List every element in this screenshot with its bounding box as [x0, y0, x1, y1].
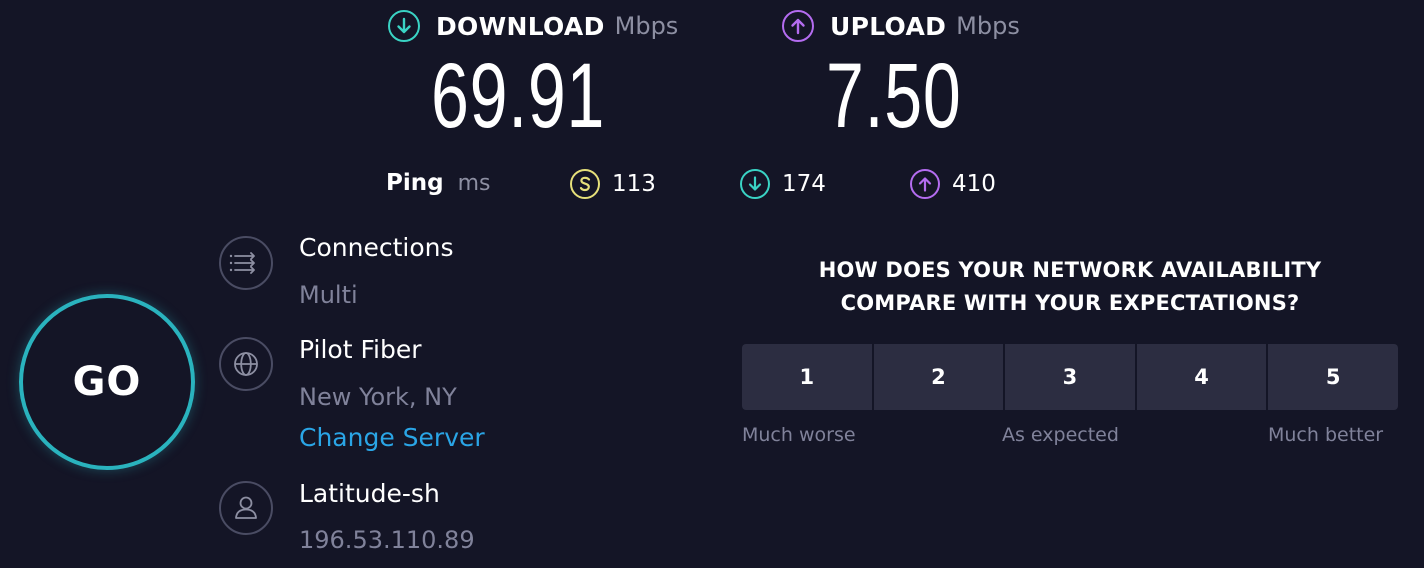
upload-unit: Mbps	[956, 12, 1020, 40]
connections-value[interactable]: Multi	[299, 281, 358, 309]
scale-label-mid: As expected	[1002, 424, 1119, 446]
ping-idle-icon	[570, 169, 600, 199]
provider-ip: 196.53.110.89	[299, 526, 475, 554]
upload-header: UPLOAD Mbps	[782, 10, 1020, 42]
download-unit: Mbps	[614, 12, 679, 40]
ping-unit: ms	[457, 170, 491, 196]
rating-option-4[interactable]: 4	[1136, 344, 1267, 410]
go-button[interactable]: GO	[19, 294, 195, 470]
scale-label-high: Much better	[1268, 424, 1384, 446]
scale-label-low: Much worse	[742, 424, 856, 446]
connections-icon[interactable]	[219, 236, 273, 290]
ping-upload: 410	[910, 169, 996, 199]
download-value: 69.91	[431, 45, 606, 147]
survey-question: HOW DOES YOUR NETWORK AVAILABILITY COMPA…	[770, 254, 1370, 320]
rating-option-3[interactable]: 3	[1005, 344, 1135, 410]
download-label: DOWNLOAD	[436, 11, 605, 41]
rating-option-2[interactable]: 2	[873, 344, 1004, 410]
rating-option-1[interactable]: 1	[742, 344, 872, 410]
upload-value: 7.50	[826, 45, 962, 147]
server-name: Pilot Fiber	[299, 335, 422, 364]
ping-idle: 113	[570, 169, 656, 199]
ping-download-value: 174	[782, 171, 826, 197]
connections-title: Connections	[299, 233, 454, 262]
provider-name: Latitude-sh	[299, 479, 440, 508]
download-arrow-icon	[740, 169, 770, 199]
download-arrow-icon	[388, 10, 420, 42]
survey-question-line2: COMPARE WITH YOUR EXPECTATIONS?	[840, 291, 1300, 315]
upload-arrow-icon	[910, 169, 940, 199]
download-header: DOWNLOAD Mbps	[388, 10, 678, 42]
ping-row: Ping ms	[386, 170, 491, 196]
ping-download: 174	[740, 169, 826, 199]
ping-label: Ping	[386, 170, 444, 196]
survey-question-line1: HOW DOES YOUR NETWORK AVAILABILITY	[818, 258, 1322, 282]
ping-idle-value: 113	[612, 171, 656, 197]
server-location: New York, NY	[299, 383, 457, 411]
change-server-link[interactable]: Change Server	[299, 423, 485, 452]
upload-label: UPLOAD	[830, 11, 947, 41]
go-button-label: GO	[72, 359, 142, 405]
globe-icon	[219, 337, 273, 391]
rating-option-5[interactable]: 5	[1268, 344, 1398, 410]
upload-arrow-icon	[782, 10, 814, 42]
ping-upload-value: 410	[952, 171, 996, 197]
rating-scale: 1 2 3 4 5	[742, 344, 1398, 410]
user-icon	[219, 481, 273, 535]
